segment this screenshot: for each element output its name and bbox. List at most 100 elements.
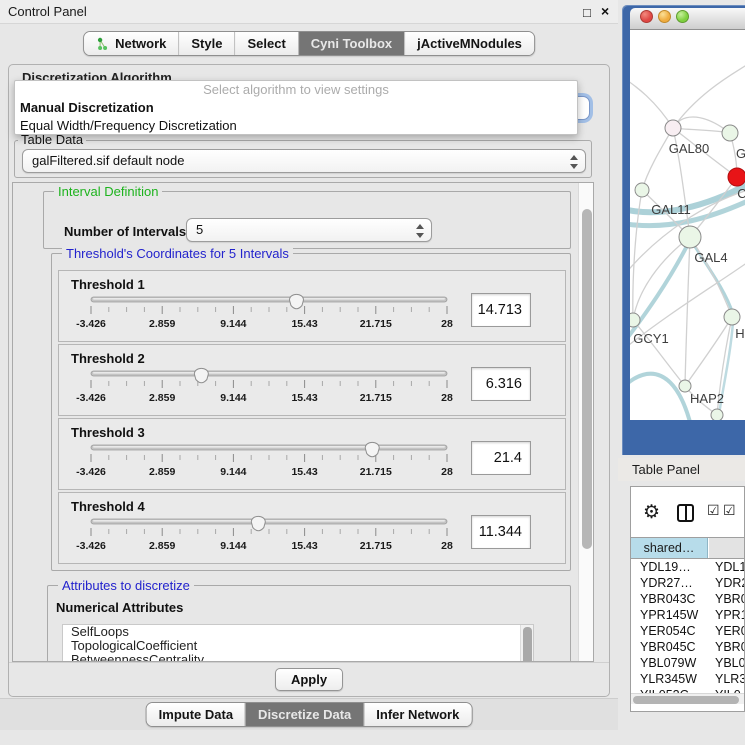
control-panel-tab-bar: Network StyleSelectCyni Toolbox jActiveMNo… [83, 31, 535, 56]
gear-icon[interactable]: ⚙ [643, 501, 660, 524]
cell-shared-name[interactable]: YER054C [640, 623, 696, 639]
table-row[interactable]: YBR043C YBR0 [631, 591, 745, 607]
number-of-intervals-combobox[interactable]: 5 [186, 218, 432, 242]
table-hscrollbar-thumb[interactable] [633, 696, 739, 704]
bottom-tab-discretize-data[interactable]: Discretize Data [245, 703, 363, 726]
network-node-gcy1[interactable] [630, 313, 640, 327]
tab-label: jActiveMNodules [417, 36, 522, 51]
cell-shared-name[interactable]: YBR043C [640, 591, 696, 607]
tab-jactivemnodules[interactable]: jActiveMNodules [404, 32, 534, 55]
svg-text:9.144: 9.144 [220, 466, 246, 478]
columns-icon[interactable] [677, 504, 694, 522]
table-header-shared-name[interactable]: shared… [631, 538, 708, 558]
threshold-2-slider-thumb[interactable] [194, 368, 208, 382]
network-icon [96, 37, 110, 51]
network-node-h[interactable] [724, 309, 740, 325]
table-row[interactable]: YER054C YER0 [631, 623, 745, 639]
table-header-name[interactable]: n [709, 538, 745, 558]
threshold-2-value-field[interactable] [471, 367, 531, 401]
network-node-label: GAL80 [669, 141, 709, 156]
cell-name[interactable]: YLR3 [715, 671, 745, 687]
network-node-gal4[interactable] [679, 226, 701, 248]
threshold-3-slider[interactable]: -3.4262.8599.14415.4321.71528 [71, 439, 471, 485]
settings-scroll-viewport: Interval Definition Number of Intervals … [12, 182, 594, 662]
cell-shared-name[interactable]: YPR145W [640, 607, 698, 623]
interval-definition-group: Interval Definition Number of Intervals … [43, 191, 571, 249]
apply-button[interactable]: Apply [275, 668, 343, 691]
bottom-tab-impute-data[interactable]: Impute Data [147, 703, 245, 726]
table-row[interactable]: YDR27… YDR2 [631, 575, 745, 591]
cell-name[interactable]: YDR2 [715, 575, 745, 591]
threshold-1-label: Threshold 1 [71, 277, 145, 292]
cell-name[interactable]: YER0 [715, 623, 745, 639]
network-node-label: HAP2 [690, 391, 724, 406]
threshold-1-slider[interactable]: -3.4262.8599.14415.4321.71528 [71, 291, 471, 337]
network-canvas[interactable]: GAL80GCGAL11GAL4GCY1HHAP2 [630, 30, 745, 420]
cell-name[interactable]: YBR0 [715, 591, 745, 607]
bottom-tab-infer-network[interactable]: Infer Network [363, 703, 471, 726]
cell-name[interactable]: YPR1 [715, 607, 745, 623]
cell-name[interactable]: YBL0 [715, 655, 745, 671]
tab-style[interactable]: Style [178, 32, 234, 55]
threshold-1-panel: Threshold 1-3.4262.8599.14415.4321.71528 [58, 270, 566, 342]
threshold-1-slider-thumb[interactable] [289, 294, 303, 308]
algorithm-option-manual-discretization[interactable]: Manual Discretization [15, 99, 577, 117]
svg-text:15.43: 15.43 [291, 318, 317, 330]
threshold-2-slider[interactable]: -3.4262.8599.14415.4321.71528 [71, 365, 471, 411]
cell-name[interactable]: YDL1 [715, 559, 745, 575]
close-window-icon[interactable]: × [601, 3, 609, 19]
network-node-label: C [737, 186, 745, 201]
tab-network[interactable]: Network [84, 32, 178, 55]
table-row[interactable]: YPR145W YPR1 [631, 607, 745, 623]
threshold-4-slider-thumb[interactable] [251, 516, 265, 530]
network-node-label: GCY1 [633, 331, 668, 346]
attributes-group-title: Attributes to discretize [58, 578, 194, 593]
numerical-attributes-heading: Numerical Attributes [56, 600, 183, 615]
attribute-item-selfloops[interactable]: SelfLoops [63, 625, 533, 639]
threshold-4-slider[interactable]: -3.4262.8599.14415.4321.71528 [71, 513, 471, 559]
checkbox-icon[interactable]: ☑ [723, 502, 736, 519]
tab-cyni-toolbox[interactable]: Cyni Toolbox [298, 32, 404, 55]
attributes-scrollbar-thumb[interactable] [523, 627, 532, 662]
apply-strip: Apply [9, 662, 609, 696]
tab-label: Infer Network [376, 707, 459, 722]
checkbox-icon[interactable]: ☑ [707, 502, 720, 519]
network-node-gal80[interactable] [665, 120, 681, 136]
table-row[interactable]: YLR345W YLR3 [631, 671, 745, 687]
table-row[interactable]: YBL079W YBL0 [631, 655, 745, 671]
settings-scrollbar-thumb[interactable] [582, 209, 592, 549]
network-node-c[interactable] [728, 168, 745, 186]
threshold-1-value-field[interactable] [471, 293, 531, 327]
table-row[interactable]: YDL19… YDL1 [631, 559, 745, 575]
threshold-3-label: Threshold 3 [71, 425, 145, 440]
cell-shared-name[interactable]: YDL19… [640, 559, 691, 575]
threshold-3-value-field[interactable] [471, 441, 531, 475]
table-row[interactable]: YBR045C YBR0 [631, 639, 745, 655]
attribute-item-betweennesscentrality[interactable]: BetweennessCentrality [63, 653, 533, 662]
cell-shared-name[interactable]: YDR27… [640, 575, 693, 591]
cell-name[interactable]: YBR0 [715, 639, 745, 655]
mac-close-icon[interactable] [640, 10, 653, 23]
network-node-g[interactable] [722, 125, 738, 141]
svg-text:28: 28 [441, 540, 453, 552]
numerical-attributes-list: SelfLoopsTopologicalCoefficientBetweenne… [62, 624, 534, 662]
table-data-combobox[interactable]: galFiltered.sif default node [22, 149, 586, 173]
network-node-gal11[interactable] [635, 183, 649, 197]
svg-text:15.43: 15.43 [291, 540, 317, 552]
cell-shared-name[interactable]: YBL079W [640, 655, 696, 671]
mac-minimize-icon[interactable] [658, 10, 671, 23]
tab-select[interactable]: Select [234, 32, 297, 55]
tab-label: Network [115, 36, 166, 51]
attribute-item-topologicalcoefficient[interactable]: TopologicalCoefficient [63, 639, 533, 653]
mac-zoom-icon[interactable] [676, 10, 689, 23]
float-window-icon[interactable]: □ [583, 5, 591, 20]
network-node-partial[interactable] [711, 409, 723, 420]
table-panel-title: Table Panel [632, 462, 700, 477]
svg-text:2.859: 2.859 [149, 540, 175, 552]
cell-shared-name[interactable]: YBR045C [640, 639, 696, 655]
svg-text:28: 28 [441, 392, 453, 404]
threshold-3-slider-thumb[interactable] [365, 442, 379, 456]
algorithm-option-equal-width-frequency-discretization[interactable]: Equal Width/Frequency Discretization [15, 117, 577, 135]
threshold-4-value-field[interactable] [471, 515, 531, 549]
cell-shared-name[interactable]: YLR345W [640, 671, 697, 687]
